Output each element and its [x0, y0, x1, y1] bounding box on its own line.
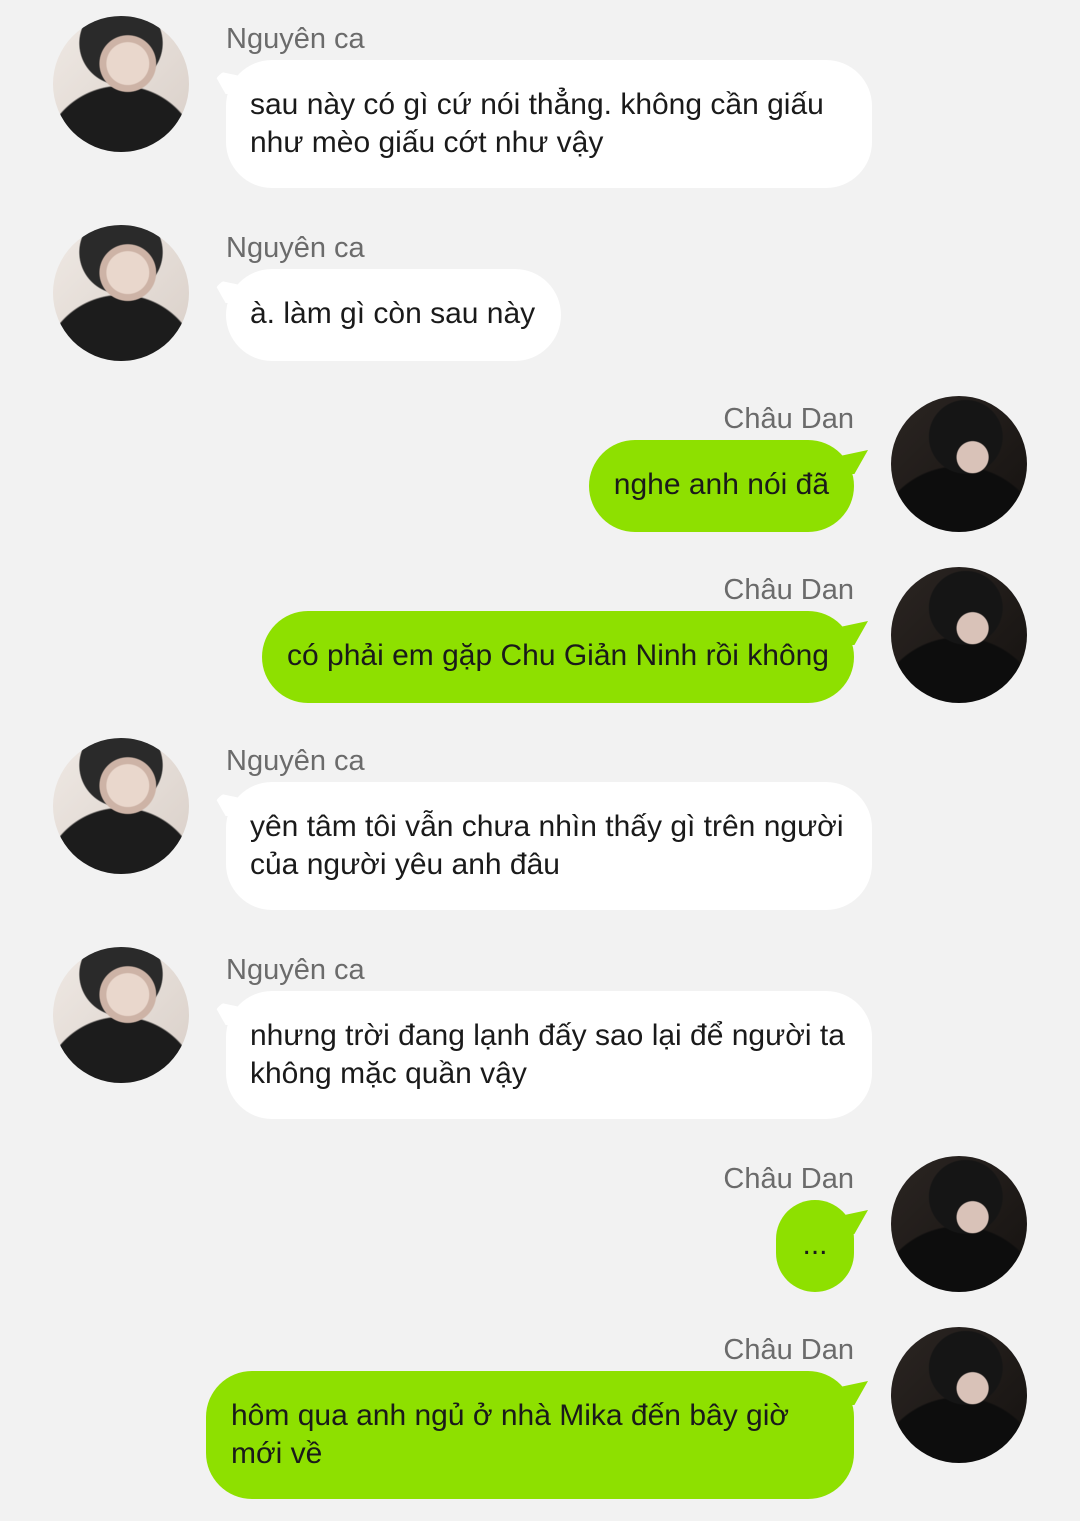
avatar-chau-dan[interactable] — [891, 396, 1027, 532]
avatar-chau-dan[interactable] — [891, 1156, 1027, 1292]
sender-name: Châu Dan — [723, 574, 854, 606]
sender-name: Nguyên ca — [226, 745, 365, 777]
message-row: Nguyên ca à. làm gì còn sau này — [0, 209, 1080, 369]
message-bubble[interactable]: ... — [776, 1200, 854, 1292]
avatar-chau-dan[interactable] — [891, 567, 1027, 703]
message-row: Nguyên ca nhưng trời đang lạnh đấy sao l… — [0, 931, 1080, 1131]
message-bubble[interactable]: sau này có gì cứ nói thẳng. không cần gi… — [226, 60, 872, 188]
message-bubble[interactable]: hôm qua anh ngủ ở nhà Mika đến bây giờ m… — [206, 1371, 854, 1499]
avatar-nguyen-ca[interactable] — [53, 947, 189, 1083]
avatar-nguyen-ca[interactable] — [53, 16, 189, 152]
message-row: Châu Dan hôm qua anh ngủ ở nhà Mika đến … — [0, 1327, 1080, 1511]
sender-name: Châu Dan — [723, 1334, 854, 1366]
message-row: Nguyên ca sau này có gì cứ nói thẳng. kh… — [0, 0, 1080, 200]
message-bubble[interactable]: à. làm gì còn sau này — [226, 269, 562, 361]
avatar-nguyen-ca[interactable] — [53, 738, 189, 874]
message-row: Châu Dan có phải em gặp Chu Giản Ninh rồ… — [0, 567, 1080, 711]
message-row: Châu Dan nghe anh nói đã — [0, 396, 1080, 540]
sender-name: Châu Dan — [723, 403, 854, 435]
message-bubble[interactable]: nghe anh nói đã — [588, 440, 854, 532]
message-row: Châu Dan ... — [0, 1156, 1080, 1300]
sender-name: Nguyên ca — [226, 954, 365, 986]
sender-name: Nguyên ca — [226, 232, 365, 264]
message-bubble[interactable]: có phải em gặp Chu Giản Ninh rồi không — [262, 611, 854, 703]
sender-name: Châu Dan — [723, 1163, 854, 1195]
message-bubble[interactable]: nhưng trời đang lạnh đấy sao lại để ngườ… — [226, 991, 872, 1119]
message-row: Nguyên ca yên tâm tôi vẫn chưa nhìn thấy… — [0, 722, 1080, 922]
message-bubble[interactable]: yên tâm tôi vẫn chưa nhìn thấy gì trên n… — [226, 782, 872, 910]
avatar-nguyen-ca[interactable] — [53, 225, 189, 361]
sender-name: Nguyên ca — [226, 23, 365, 55]
avatar-chau-dan[interactable] — [891, 1327, 1027, 1463]
